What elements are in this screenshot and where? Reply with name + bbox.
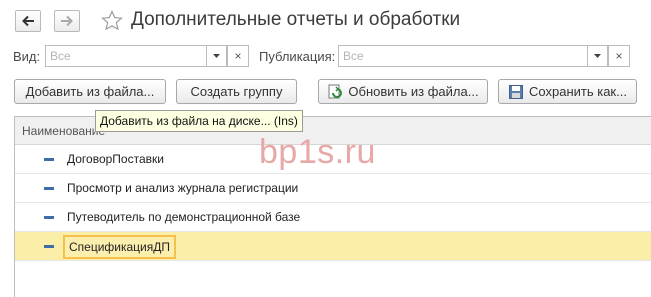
arrow-right-icon <box>61 15 73 27</box>
vid-dropdown-button[interactable] <box>206 45 227 67</box>
tooltip: Добавить из файла на диске... (Ins) <box>95 110 303 132</box>
floppy-disk-icon <box>509 84 524 99</box>
back-button[interactable] <box>15 10 41 32</box>
publication-dropdown-button[interactable] <box>587 45 608 67</box>
save-as-label: Сохранить как... <box>529 84 627 99</box>
item-marker-icon <box>44 216 54 219</box>
update-document-icon <box>328 84 343 98</box>
update-from-file-label: Обновить из файла... <box>348 84 479 99</box>
watermark: bp1s.ru <box>259 133 376 171</box>
save-as-button[interactable]: Сохранить как... <box>498 79 637 104</box>
row-name: СпецификацияДП <box>63 235 177 259</box>
item-marker-icon <box>44 245 54 248</box>
item-marker-icon <box>44 158 54 161</box>
table-row[interactable]: Просмотр и анализ журнала регистрации <box>15 174 651 203</box>
arrow-left-icon <box>22 15 34 27</box>
update-from-file-button[interactable]: Обновить из файла... <box>318 79 488 104</box>
vid-placeholder: Все <box>50 49 71 63</box>
row-name: Просмотр и анализ журнала регистрации <box>67 181 299 195</box>
row-name: Путеводитель по демонстрационной базе <box>67 210 301 224</box>
chevron-down-icon <box>213 54 220 58</box>
vid-field[interactable]: Все <box>45 45 207 67</box>
publication-placeholder: Все <box>343 49 364 63</box>
vid-label: Вид: <box>13 49 41 64</box>
star-icon[interactable] <box>100 9 124 33</box>
publication-clear-button[interactable]: × <box>608 45 630 67</box>
table-row-selected[interactable]: СпецификацияДП <box>15 232 651 261</box>
close-icon: × <box>615 49 623 63</box>
add-from-file-button[interactable]: Добавить из файла... <box>14 79 166 104</box>
item-marker-icon <box>44 187 54 190</box>
page-title: Дополнительные отчеты и обработки <box>131 9 461 30</box>
add-from-file-label: Добавить из файла... <box>25 84 155 99</box>
publication-label: Публикация: <box>259 49 336 64</box>
column-header-name[interactable]: Наименование <box>22 124 105 138</box>
table-row[interactable]: Путеводитель по демонстрационной базе <box>15 203 651 232</box>
forward-button[interactable] <box>54 10 80 32</box>
create-group-button[interactable]: Создать группу <box>176 79 297 104</box>
chevron-down-icon <box>594 54 601 58</box>
create-group-label: Создать группу <box>190 84 283 99</box>
vid-clear-button[interactable]: × <box>227 45 249 67</box>
close-icon: × <box>234 49 242 63</box>
publication-field[interactable]: Все <box>338 45 588 67</box>
row-name: ДоговорПоставки <box>67 152 164 166</box>
